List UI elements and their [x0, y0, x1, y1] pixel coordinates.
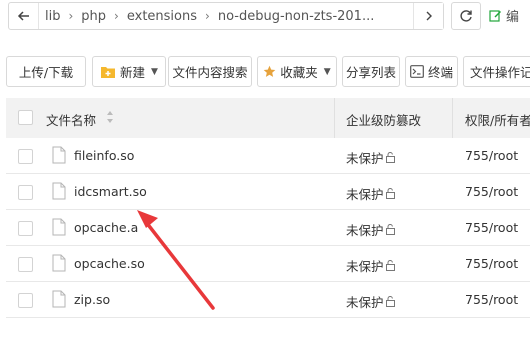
unlock-icon: [385, 260, 395, 271]
file-table: 文件名称 企业级防篡改 权限/所有者 fileinfo.so 未保护 755/r…: [6, 98, 530, 318]
breadcrumb-item[interactable]: no-debug-non-zts-201...: [212, 9, 381, 24]
table-header: 文件名称 企业级防篡改 权限/所有者: [6, 98, 530, 138]
share-list-label: 分享列表: [345, 65, 396, 80]
refresh-button[interactable]: [451, 2, 481, 30]
column-header-protection: 企业级防篡改: [346, 113, 422, 128]
column-header-permission: 权限/所有者: [465, 113, 530, 128]
folder-plus-icon: [101, 66, 116, 78]
caret-down-icon: ▼: [323, 66, 331, 77]
permission-value[interactable]: 755/root: [465, 184, 518, 199]
protection-status[interactable]: 未保护: [346, 256, 396, 275]
chevron-right-icon: [426, 11, 432, 21]
permission-value[interactable]: 755/root: [465, 148, 518, 163]
row-checkbox[interactable]: [18, 149, 33, 164]
terminal-button[interactable]: 终端: [405, 56, 458, 87]
column-divider: [334, 98, 335, 138]
chevron-right-icon: ›: [114, 9, 119, 23]
unlock-icon: [385, 152, 395, 163]
breadcrumb-item[interactable]: php: [75, 9, 112, 24]
file-name[interactable]: idcsmart.so: [74, 184, 147, 199]
share-list-button[interactable]: 分享列表: [342, 56, 400, 87]
protection-status[interactable]: 未保护: [346, 220, 396, 239]
breadcrumb-item[interactable]: extensions: [121, 9, 203, 24]
table-row[interactable]: opcache.a 未保护 755/root: [6, 210, 530, 246]
edit-path-label: 编: [506, 10, 520, 25]
content-search-label: 文件内容搜索: [172, 65, 248, 80]
arrow-left-icon: [17, 11, 29, 21]
terminal-icon: [410, 65, 424, 78]
unlock-icon: [385, 188, 395, 199]
new-label: 新建: [120, 65, 146, 80]
operation-log-button[interactable]: 文件操作记: [463, 56, 530, 87]
table-row[interactable]: fileinfo.so 未保护 755/root: [6, 138, 530, 174]
permission-value[interactable]: 755/root: [465, 220, 518, 235]
file-icon: [52, 146, 66, 164]
star-icon: [263, 65, 276, 77]
terminal-label: 终端: [427, 65, 453, 80]
edit-icon: [489, 10, 501, 22]
protection-status-label: 未保护: [346, 187, 384, 202]
protection-status-label: 未保护: [346, 151, 384, 166]
protection-status-label: 未保护: [346, 295, 384, 310]
permission-value[interactable]: 755/root: [465, 256, 518, 271]
row-checkbox[interactable]: [18, 293, 33, 308]
file-name[interactable]: fileinfo.so: [74, 148, 134, 163]
protection-status-label: 未保护: [346, 223, 384, 238]
operation-log-label: 文件操作记: [470, 65, 530, 80]
upload-download-label: 上传/下载: [18, 65, 74, 80]
column-divider: [452, 98, 453, 138]
back-button[interactable]: [9, 3, 39, 29]
content-search-button[interactable]: 文件内容搜索: [168, 56, 252, 87]
chevron-right-icon: ›: [68, 9, 74, 23]
chevron-right-icon: ›: [205, 9, 210, 23]
path-bar: lib › php › extensions › no-debug-non-zt…: [0, 0, 530, 34]
breadcrumb-item[interactable]: lib: [39, 9, 66, 24]
file-icon: [52, 182, 66, 200]
column-header-name[interactable]: 文件名称: [46, 110, 96, 129]
protection-status[interactable]: 未保护: [346, 148, 396, 167]
toolbar: 上传/下载 新建 ▼ 文件内容搜索 收藏夹 ▼ 分享列表 终端 文件操作记: [0, 56, 530, 90]
row-checkbox[interactable]: [18, 221, 33, 236]
breadcrumb-expand-button[interactable]: [413, 3, 443, 29]
unlock-icon: [385, 224, 395, 235]
file-name[interactable]: opcache.a: [74, 220, 138, 235]
breadcrumb: lib › php › extensions › no-debug-non-zt…: [8, 2, 444, 30]
edit-path-button[interactable]: 编: [489, 6, 519, 25]
protection-status-label: 未保护: [346, 259, 384, 274]
row-checkbox[interactable]: [18, 185, 33, 200]
file-name[interactable]: opcache.so: [74, 256, 145, 271]
file-icon: [52, 254, 66, 272]
table-row[interactable]: zip.so 未保护 755/root: [6, 282, 530, 318]
favorites-button[interactable]: 收藏夹 ▼: [257, 56, 337, 87]
caret-down-icon: ▼: [151, 66, 158, 77]
file-icon: [52, 218, 66, 236]
table-row[interactable]: opcache.so 未保护 755/root: [6, 246, 530, 282]
favorites-label: 收藏夹: [280, 65, 318, 80]
table-row[interactable]: idcsmart.so 未保护 755/root: [6, 174, 530, 210]
refresh-icon: [460, 10, 472, 22]
file-name[interactable]: zip.so: [74, 292, 110, 307]
unlock-icon: [385, 296, 395, 307]
select-all-checkbox[interactable]: [18, 110, 33, 125]
protection-status[interactable]: 未保护: [346, 184, 396, 203]
file-icon: [52, 290, 66, 308]
row-checkbox[interactable]: [18, 257, 33, 272]
sort-icon[interactable]: [106, 110, 114, 124]
upload-download-button[interactable]: 上传/下载: [6, 56, 86, 87]
permission-value[interactable]: 755/root: [465, 292, 518, 307]
protection-status[interactable]: 未保护: [346, 292, 396, 311]
new-button[interactable]: 新建 ▼: [92, 56, 166, 87]
